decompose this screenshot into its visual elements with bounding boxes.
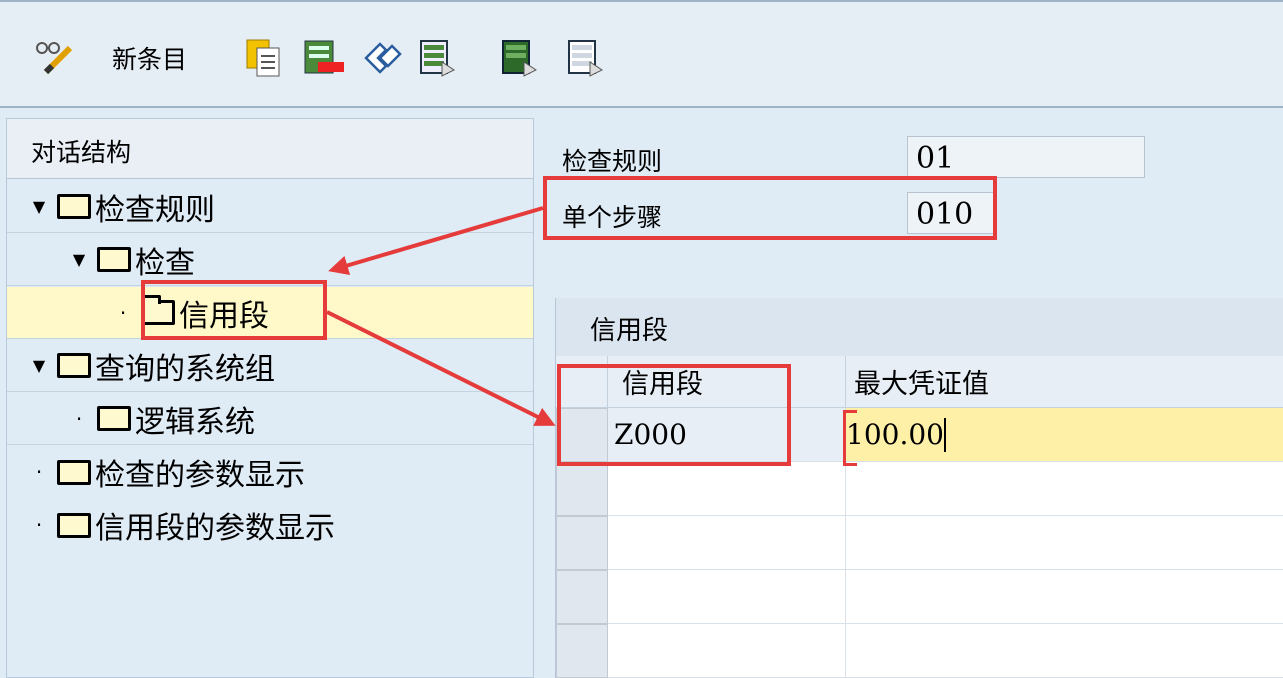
copy-icon[interactable] [243, 38, 283, 78]
tree-item-check[interactable]: ▼ 检查 [7, 234, 533, 286]
table-row-max-value-cell[interactable] [846, 570, 1283, 624]
select-block-icon[interactable] [500, 38, 540, 78]
undo-icon[interactable] [360, 38, 404, 78]
folder-icon [57, 353, 91, 378]
edit-bracket-marker [843, 410, 857, 466]
dialog-structure-panel: 对话结构 ▼ 检查规则 ▼ 检查 · 信用段 ▼ 查询的系统组 · 逻辑系统 ·… [6, 118, 534, 678]
tree-item-check-rules[interactable]: ▼ 检查规则 [7, 181, 533, 233]
tree-item-label: 信用段的参数显示 [95, 511, 335, 546]
folder-icon [57, 459, 91, 485]
tree-item-label: 查询的系统组 [95, 351, 275, 387]
table-title-bar: 信用段 [556, 298, 1283, 357]
check-rule-field[interactable]: 01 [907, 136, 1145, 178]
table-row-segment-cell[interactable] [608, 624, 846, 678]
table-row-max-value-cell[interactable]: 100.00 [846, 408, 1283, 462]
expand-arrow-icon[interactable]: ▼ [69, 250, 89, 269]
table-row-max-value-cell[interactable] [846, 624, 1283, 678]
tree-item-query-system-group[interactable]: ▼ 查询的系统组 [7, 340, 533, 392]
table-row-max-value-cell[interactable] [846, 516, 1283, 570]
highlight-box-segment-cell [557, 364, 791, 466]
check-rule-label: 检查规则 [562, 147, 663, 176]
table-row-segment-cell[interactable] [608, 570, 846, 624]
tree-item-check-params-display[interactable]: · 检查的参数显示 [7, 446, 533, 498]
tree-item-segment-params-display[interactable]: · 信用段的参数显示 [7, 499, 533, 551]
folder-icon [57, 194, 91, 219]
row-selector[interactable] [556, 570, 608, 624]
tree-item-label: 检查 [135, 245, 195, 281]
table-title: 信用段 [590, 316, 669, 346]
folder-icon [97, 247, 131, 272]
column-header-max-doc-value[interactable]: 最大凭证值 [846, 356, 1283, 408]
edit-glasses-icon[interactable] [32, 38, 76, 78]
expand-arrow-icon[interactable]: ▼ [29, 356, 49, 375]
row-selector[interactable] [556, 462, 608, 516]
table-row-max-value-cell[interactable] [846, 462, 1283, 516]
folder-icon [97, 406, 131, 431]
table-row-segment-cell[interactable] [608, 516, 846, 570]
expand-arrow-icon[interactable]: ▼ [29, 197, 49, 216]
table-row-segment-cell[interactable] [608, 462, 846, 516]
tree-item-label: 逻辑系统 [135, 404, 255, 440]
dialog-structure-header: 对话结构 [7, 119, 533, 179]
delete-icon[interactable] [302, 38, 346, 78]
application-toolbar: 新条目 [0, 0, 1283, 108]
highlight-box-tree-segment [141, 280, 327, 340]
dialog-structure-title: 对话结构 [31, 138, 132, 167]
folder-icon [57, 512, 91, 538]
highlight-box-single-step [543, 176, 997, 240]
tree-item-label: 检查的参数显示 [95, 458, 305, 493]
row-selector[interactable] [556, 624, 608, 678]
new-entry-button[interactable]: 新条目 [112, 38, 187, 78]
new-entry-label: 新条目 [112, 45, 188, 74]
tree-item-logical-system[interactable]: · 逻辑系统 [7, 393, 533, 445]
deselect-icon[interactable] [566, 38, 606, 78]
tree-item-label: 检查规则 [95, 192, 215, 228]
row-selector[interactable] [556, 516, 608, 570]
select-icon[interactable] [418, 38, 458, 78]
credit-segment-table: 信用段 信用段 最大凭证值 Z000 100.00 [555, 298, 1283, 678]
text-cursor [943, 417, 946, 452]
